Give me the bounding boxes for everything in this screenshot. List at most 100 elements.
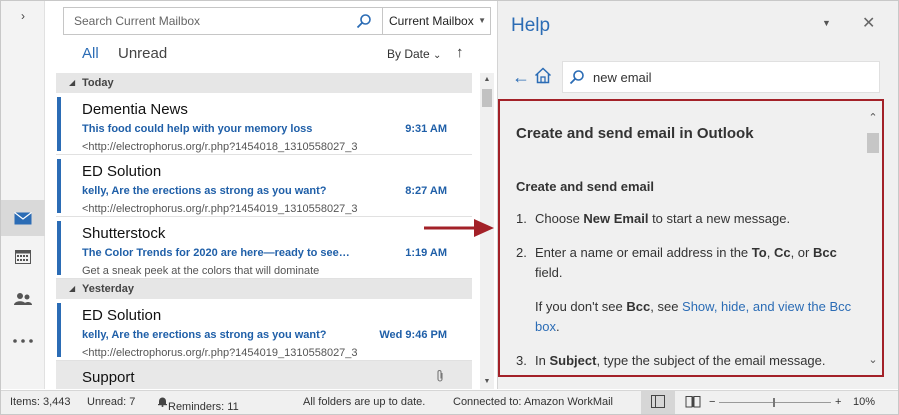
step-text-part: , or: [790, 245, 813, 260]
search-icon: [356, 14, 371, 29]
step-text-part: , see: [650, 299, 683, 314]
back-arrow-icon[interactable]: ←: [512, 67, 530, 88]
chevron-up-icon[interactable]: ⌃: [866, 111, 880, 125]
list-item[interactable]: Dementia News This food could help with …: [56, 93, 472, 155]
step-text-part: to start a new message.: [648, 211, 791, 226]
list-item[interactable]: ED Solution kelly, Are the erections as …: [56, 299, 472, 361]
section-title: Create and send email: [516, 179, 654, 194]
tab-unread[interactable]: Unread: [118, 45, 167, 62]
message-subject: kelly, Are the erections as strong as yo…: [82, 185, 327, 197]
sort-dropdown[interactable]: By Date ⌄: [387, 47, 441, 61]
step-text-part: Enter a name or email address in the: [535, 245, 752, 260]
step-number: 2.: [516, 245, 527, 260]
step-text-part: ,: [766, 245, 774, 260]
reading-view-icon[interactable]: [685, 395, 701, 408]
close-icon[interactable]: ✕: [862, 13, 875, 33]
help-pane: Help ▼ ✕ ← new email Create and send ema…: [497, 1, 898, 389]
search-input[interactable]: [64, 8, 354, 34]
collapse-triangle-icon: ◢: [69, 78, 76, 87]
message-sender: ED Solution: [82, 307, 162, 324]
group-header-label: Today: [82, 77, 114, 89]
message-subject: This food could help with your memory lo…: [82, 123, 313, 135]
message-time: 8:27 AM: [405, 185, 447, 197]
pane-options-chevron-icon[interactable]: ▼: [822, 18, 831, 28]
step-text: In Subject, type the subject of the emai…: [535, 351, 853, 371]
scroll-up-arrow-icon[interactable]: ▲: [480, 73, 494, 87]
status-bar: Items: 3,443 Unread: 7 Reminders: 11 All…: [1, 390, 898, 414]
group-header-label: Yesterday: [82, 283, 134, 295]
zoom-slider-thumb[interactable]: [773, 398, 775, 407]
list-item[interactable]: Support: [56, 361, 472, 389]
scrollbar-thumb[interactable]: [867, 133, 879, 153]
more-icon: [13, 339, 33, 343]
help-pane-title: Help: [511, 15, 551, 36]
help-search-input[interactable]: new email: [562, 61, 880, 93]
people-nav-button[interactable]: [1, 281, 45, 317]
scrollbar-thumb[interactable]: [482, 89, 492, 107]
tab-all[interactable]: All: [82, 45, 99, 62]
reminders-button[interactable]: Reminders: 11: [157, 396, 239, 413]
chevron-down-icon: ▼: [478, 16, 486, 25]
message-preview: <http://electrophorus.org/r.php?1454018_…: [82, 141, 358, 153]
group-header-today[interactable]: ◢ Today: [56, 73, 472, 93]
bell-icon: [158, 397, 167, 407]
sort-direction-button[interactable]: ↑: [456, 44, 464, 61]
mail-nav-button[interactable]: [1, 200, 45, 236]
message-sender: Shutterstock: [82, 225, 166, 242]
scroll-down-arrow-icon[interactable]: ▼: [480, 375, 494, 389]
message-preview: <http://electrophorus.org/r.php?1454019_…: [82, 203, 358, 215]
step-keyword: Bcc: [626, 299, 651, 314]
message-time: 9:31 AM: [405, 123, 447, 135]
search-icon: [569, 69, 585, 88]
unread-count: Unread: 7: [87, 396, 136, 408]
message-list-pane: Current Mailbox ▼ All Unread By Date ⌄ ↑…: [56, 1, 496, 389]
step-keyword: To: [751, 245, 767, 260]
step-text: Enter a name or email address in the To,…: [535, 243, 853, 283]
search-bar: Current Mailbox ▼: [63, 7, 491, 35]
step-number: 3.: [516, 353, 527, 368]
list-item[interactable]: Shutterstock The Color Trends for 2020 a…: [56, 217, 472, 279]
normal-view-button[interactable]: [641, 391, 675, 414]
zoom-in-button[interactable]: +: [835, 396, 841, 408]
message-sender: Dementia News: [82, 101, 188, 118]
expand-folder-pane-button[interactable]: ›: [1, 9, 45, 29]
message-preview: <http://electrophorus.org/r.php?1454019_…: [82, 347, 358, 359]
list-item[interactable]: ED Solution kelly, Are the erections as …: [56, 155, 472, 217]
message-sender: ED Solution: [82, 163, 162, 180]
message-subject: kelly, Are the erections as strong as yo…: [82, 329, 327, 341]
step-text-part: .: [555, 319, 560, 334]
search-scope-label: Current Mailbox: [389, 14, 474, 28]
message-time: Wed 9:46 PM: [379, 329, 447, 341]
group-header-yesterday[interactable]: ◢ Yesterday: [56, 279, 472, 299]
help-search-text: new email: [593, 70, 652, 85]
more-apps-button[interactable]: [1, 323, 45, 359]
step-keyword: Cc: [773, 245, 791, 260]
step-text-part: If you don't see: [535, 299, 627, 314]
search-scope-dropdown[interactable]: Current Mailbox ▼: [382, 8, 492, 34]
normal-view-icon: [651, 395, 665, 408]
zoom-slider[interactable]: [719, 402, 831, 403]
step-text-part: field.: [535, 265, 563, 280]
step-text-part: , type the subject of the email message.: [596, 353, 826, 368]
step-text: Choose New Email to start a new message.: [535, 209, 853, 229]
search-button[interactable]: [356, 13, 376, 29]
calendar-nav-button[interactable]: [1, 239, 45, 275]
help-article-scrollbar[interactable]: ⌃ ⌄: [866, 111, 880, 367]
calendar-icon: [15, 250, 31, 264]
note-text: If you don't see Bcc, see Show, hide, an…: [535, 297, 853, 337]
message-preview: Get a sneak peek at the colors that will…: [82, 265, 320, 277]
attachment-icon: [436, 369, 444, 386]
zoom-out-button[interactable]: −: [709, 396, 715, 408]
navigation-rail: ›: [1, 1, 45, 389]
message-list: ◢ Today Dementia News This food could he…: [56, 73, 472, 389]
zoom-level: 10%: [853, 396, 876, 408]
reminders-label: Reminders: 11: [168, 401, 239, 413]
chevron-down-icon[interactable]: ⌄: [866, 353, 880, 367]
article-title: Create and send email in Outlook: [516, 125, 754, 142]
step-keyword: New Email: [583, 211, 649, 226]
step-keyword: Subject: [549, 353, 597, 368]
people-icon: [14, 293, 32, 305]
message-subject: The Color Trends for 2020 are here—ready…: [82, 247, 352, 259]
home-button[interactable]: [534, 67, 552, 87]
connection-status: Connected to: Amazon WorkMail: [453, 396, 613, 408]
